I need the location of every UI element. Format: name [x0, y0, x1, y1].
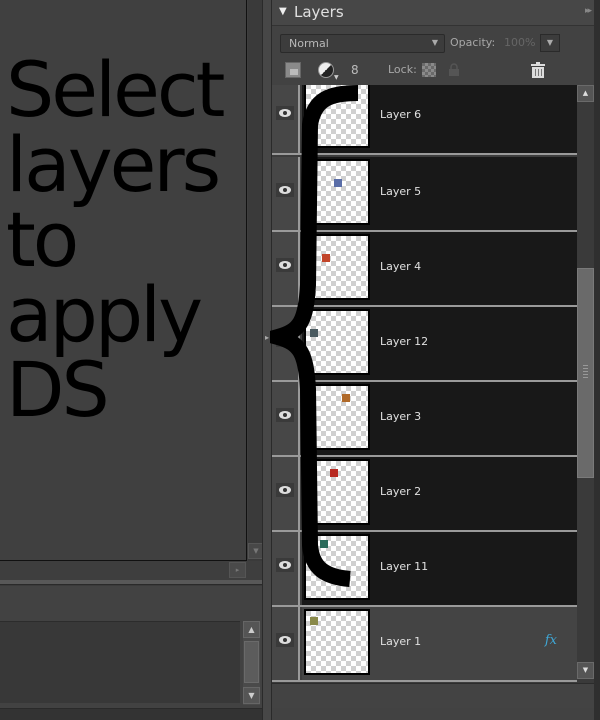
scroll-up-button[interactable]: ▲	[577, 85, 594, 102]
eye-icon[interactable]	[276, 633, 294, 647]
opacity-label: Opacity:	[450, 36, 496, 49]
layer-name: Layer 6	[380, 108, 422, 121]
bin-scroll-up-button[interactable]: ▲	[243, 621, 260, 638]
link-layers-icon[interactable]: 8	[351, 62, 361, 78]
layer-thumbnail	[304, 609, 370, 675]
scroll-down-button[interactable]: ▼	[577, 662, 594, 679]
thumbnail-content	[310, 617, 318, 625]
opacity-dropdown-button[interactable]: ▼	[540, 34, 560, 52]
panel-menu-icon[interactable]: ▸▸	[585, 6, 592, 16]
annotation-line: layers	[6, 120, 221, 209]
layer-effects-fx-icon[interactable]: fx	[545, 633, 557, 648]
lock-label: Lock:	[388, 63, 417, 76]
annotation-line: Select	[6, 45, 225, 134]
annotation-line: DS	[6, 345, 110, 434]
annotation-brace-icon	[270, 85, 359, 587]
bin-scroll-down-button[interactable]: ▼	[243, 687, 260, 704]
chevron-down-icon: ▼	[431, 38, 438, 47]
blend-mode-value: Normal	[289, 37, 329, 50]
panel-title: Layers	[294, 3, 344, 21]
layers-scrollbar[interactable]: ▲ ▼	[577, 85, 594, 683]
layer-name: Layer 11	[380, 560, 429, 573]
project-bin-scrollbar[interactable]: ▲ ▼	[243, 621, 260, 705]
lock-transparency-icon[interactable]	[422, 63, 436, 77]
layer-name: Layer 2	[380, 485, 422, 498]
layer-name: Layer 12	[380, 335, 429, 348]
adjustment-menu-caret-icon[interactable]: ▼	[334, 74, 339, 81]
layer-name: Layer 5	[380, 185, 422, 198]
scroll-thumb[interactable]	[577, 268, 594, 478]
annotation-text: Select layers to apply DS	[6, 45, 276, 434]
layer-name: Layer 4	[380, 260, 422, 273]
trash-icon[interactable]	[531, 62, 545, 78]
layer-name: Layer 1	[380, 635, 422, 648]
visibility-cell	[272, 607, 300, 680]
layer-row-main[interactable]: Layer 1 fx	[302, 607, 577, 680]
canvas-scroll-right-button[interactable]: ▸	[229, 562, 246, 578]
collapse-triangle-icon[interactable]: ▼	[279, 6, 287, 17]
project-bin-panel: ▲ ▼	[0, 586, 265, 720]
layer-row[interactable]: Layer 1 fx	[272, 607, 577, 682]
opacity-field[interactable]: 100%	[504, 36, 535, 49]
annotation-line: apply	[6, 270, 203, 359]
new-layer-icon[interactable]	[285, 62, 301, 78]
scroll-grip-icon	[583, 365, 588, 379]
window-edge	[594, 0, 600, 720]
layers-panel-footer	[272, 683, 594, 708]
project-bin-list[interactable]	[0, 621, 240, 703]
annotation-line: to	[6, 195, 79, 284]
horizontal-splitter[interactable]	[0, 580, 265, 585]
bin-scroll-thumb[interactable]	[244, 641, 259, 683]
adjustment-layer-icon[interactable]	[318, 62, 334, 78]
lock-all-icon[interactable]	[448, 63, 460, 77]
layers-panel-header: ▼ Layers ▸▸	[272, 0, 600, 26]
layer-name: Layer 3	[380, 410, 422, 423]
blend-mode-select[interactable]: Normal ▼	[280, 34, 445, 53]
